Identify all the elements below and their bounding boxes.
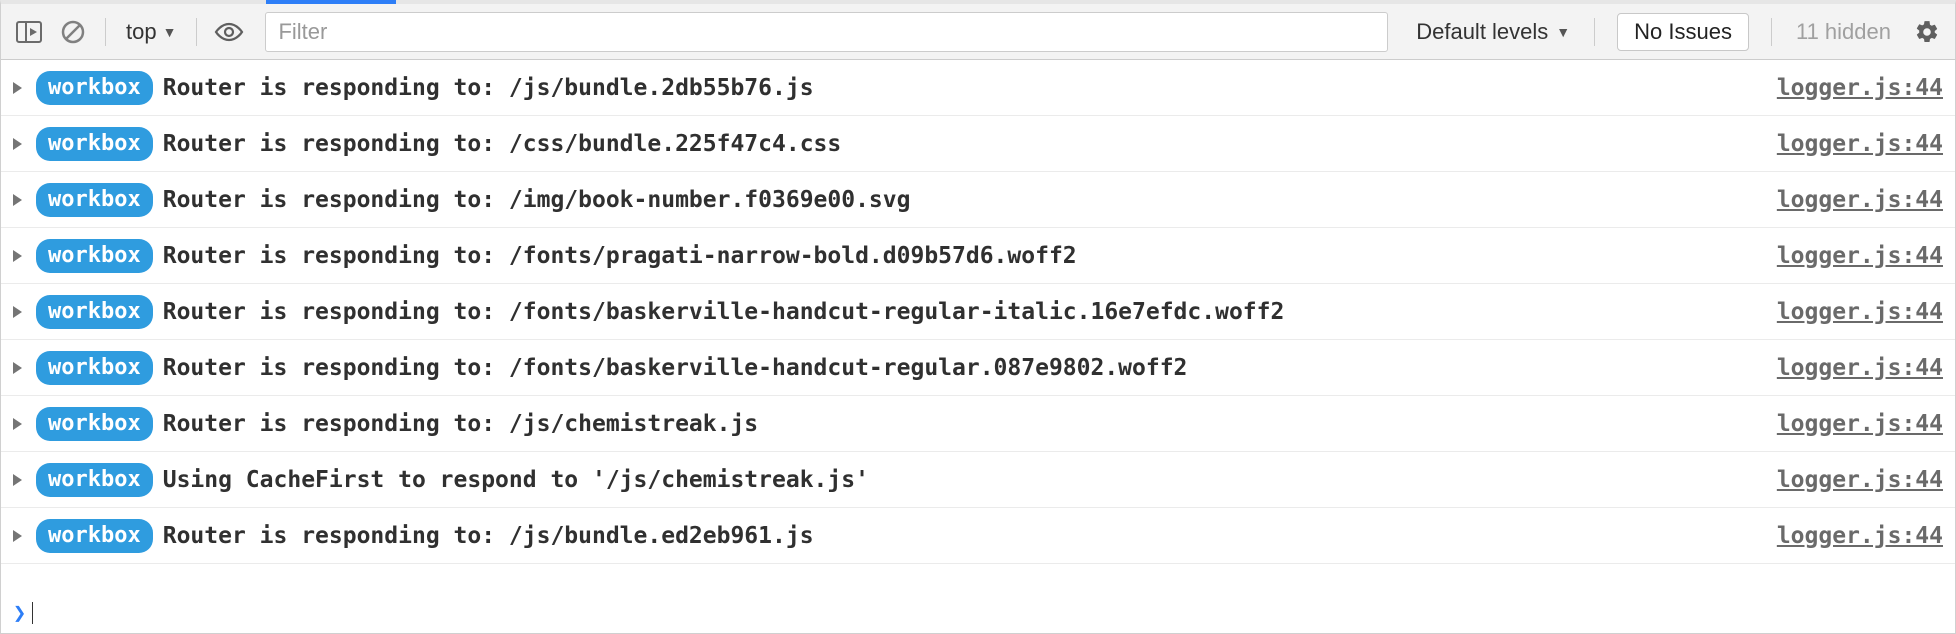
workbox-badge: workbox xyxy=(36,71,153,105)
disclosure-triangle-icon[interactable] xyxy=(13,418,22,430)
workbox-badge: workbox xyxy=(36,183,153,217)
source-link[interactable]: logger.js:44 xyxy=(1777,187,1943,213)
log-message: Router is responding to: /js/chemistreak… xyxy=(163,411,1767,437)
log-message: Router is responding to: /css/bundle.225… xyxy=(163,131,1767,157)
disclosure-triangle-icon[interactable] xyxy=(13,306,22,318)
console-log-row[interactable]: workbox Router is responding to: /img/boo… xyxy=(1,172,1955,228)
disclosure-triangle-icon[interactable] xyxy=(13,250,22,262)
workbox-badge: workbox xyxy=(36,351,153,385)
separator xyxy=(1594,18,1595,46)
issues-label: No Issues xyxy=(1634,19,1732,45)
clear-console-icon[interactable] xyxy=(55,14,91,50)
disclosure-triangle-icon[interactable] xyxy=(13,194,22,206)
disclosure-triangle-icon[interactable] xyxy=(13,82,22,94)
log-message: Router is responding to: /fonts/baskervi… xyxy=(163,299,1767,325)
source-link[interactable]: logger.js:44 xyxy=(1777,523,1943,549)
source-link[interactable]: logger.js:44 xyxy=(1777,355,1943,381)
source-link[interactable]: logger.js:44 xyxy=(1777,75,1943,101)
workbox-badge: workbox xyxy=(36,463,153,497)
context-label: top xyxy=(126,19,157,45)
prompt-caret xyxy=(32,602,33,624)
console-log-row[interactable]: workbox Router is responding to: /js/bund… xyxy=(1,60,1955,116)
settings-gear-icon[interactable] xyxy=(1909,14,1945,50)
live-expression-icon[interactable] xyxy=(211,14,247,50)
console-log-list: workbox Router is responding to: /js/bund… xyxy=(1,60,1955,593)
workbox-badge: workbox xyxy=(36,127,153,161)
source-link[interactable]: logger.js:44 xyxy=(1777,467,1943,493)
console-log-row[interactable]: workbox Router is responding to: /js/chem… xyxy=(1,396,1955,452)
workbox-badge: workbox xyxy=(36,407,153,441)
log-message: Router is responding to: /img/book-numbe… xyxy=(163,187,1767,213)
source-link[interactable]: logger.js:44 xyxy=(1777,131,1943,157)
log-levels-selector[interactable]: Default levels ▼ xyxy=(1406,19,1580,45)
disclosure-triangle-icon[interactable] xyxy=(13,530,22,542)
console-log-row[interactable]: workbox Using CacheFirst to respond to '/… xyxy=(1,452,1955,508)
console-toolbar: top ▼ Default levels ▼ No Issues 11 hidd… xyxy=(1,4,1955,60)
separator xyxy=(105,18,106,46)
dropdown-triangle-icon: ▼ xyxy=(163,24,177,40)
console-log-row[interactable]: workbox Router is responding to: /js/bund… xyxy=(1,508,1955,564)
disclosure-triangle-icon[interactable] xyxy=(13,474,22,486)
hidden-messages-label[interactable]: 11 hidden xyxy=(1786,19,1901,45)
filter-input[interactable] xyxy=(265,12,1388,52)
separator xyxy=(1771,18,1772,46)
workbox-badge: workbox xyxy=(36,239,153,273)
execution-context-selector[interactable]: top ▼ xyxy=(120,19,182,45)
issues-button[interactable]: No Issues xyxy=(1617,13,1749,51)
prompt-chevron-icon: ❯ xyxy=(13,601,26,626)
console-panel: top ▼ Default levels ▼ No Issues 11 hidd… xyxy=(0,0,1956,634)
disclosure-triangle-icon[interactable] xyxy=(13,138,22,150)
log-message: Router is responding to: /fonts/pragati-… xyxy=(163,243,1767,269)
console-prompt[interactable]: ❯ xyxy=(1,593,1955,633)
separator xyxy=(196,18,197,46)
log-message: Using CacheFirst to respond to '/js/chem… xyxy=(163,467,1767,493)
source-link[interactable]: logger.js:44 xyxy=(1777,411,1943,437)
log-message: Router is responding to: /js/bundle.2db5… xyxy=(163,75,1767,101)
console-log-row[interactable]: workbox Router is responding to: /fonts/p… xyxy=(1,228,1955,284)
source-link[interactable]: logger.js:44 xyxy=(1777,243,1943,269)
workbox-badge: workbox xyxy=(36,519,153,553)
console-log-row[interactable]: workbox Router is responding to: /fonts/b… xyxy=(1,340,1955,396)
console-log-row[interactable]: workbox Router is responding to: /css/bun… xyxy=(1,116,1955,172)
toggle-sidebar-icon[interactable] xyxy=(11,14,47,50)
source-link[interactable]: logger.js:44 xyxy=(1777,299,1943,325)
log-message: Router is responding to: /js/bundle.ed2e… xyxy=(163,523,1767,549)
log-message: Router is responding to: /fonts/baskervi… xyxy=(163,355,1767,381)
levels-label: Default levels xyxy=(1416,19,1548,45)
dropdown-triangle-icon: ▼ xyxy=(1556,24,1570,40)
workbox-badge: workbox xyxy=(36,295,153,329)
disclosure-triangle-icon[interactable] xyxy=(13,362,22,374)
console-log-row[interactable]: workbox Router is responding to: /fonts/b… xyxy=(1,284,1955,340)
